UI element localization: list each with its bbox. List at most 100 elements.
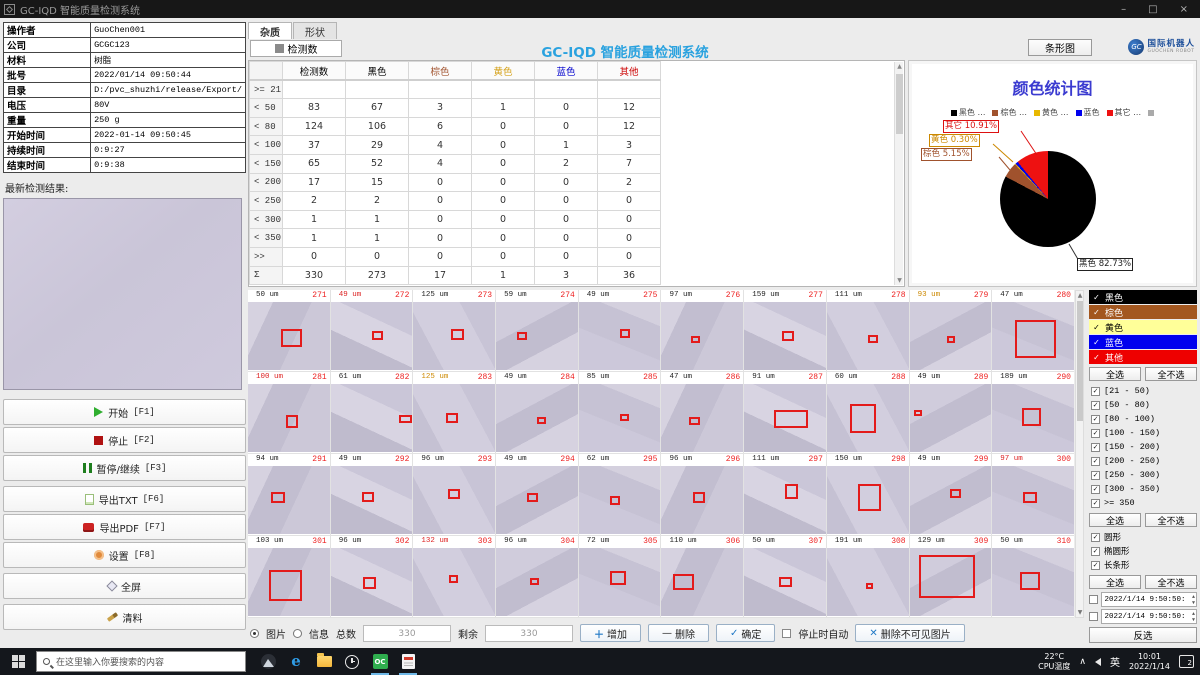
play-button[interactable]: 开始[F1] [3, 399, 246, 425]
defect-thumbnail[interactable]: 110 um306 [661, 536, 743, 617]
defect-thumbnail[interactable]: 62 um295 [579, 454, 661, 535]
cpu-temp-indicator[interactable]: 22°CCPU温度 [1038, 652, 1070, 672]
defect-thumbnail[interactable]: 100 um281 [248, 372, 330, 453]
select-none-button[interactable]: 全不选 [1145, 367, 1197, 381]
bar-chart-button[interactable]: 条形图 [1028, 39, 1092, 56]
select-none-button[interactable]: 全不选 [1145, 575, 1197, 589]
full-button[interactable]: 全屏 [3, 573, 246, 599]
defect-thumbnail[interactable]: 96 um304 [496, 536, 578, 617]
defect-thumbnail[interactable]: 47 um280 [992, 290, 1074, 371]
defect-thumbnail[interactable]: 60 um288 [827, 372, 909, 453]
defect-thumbnail[interactable]: 72 um305 [579, 536, 661, 617]
defect-thumbnail[interactable]: 96 um302 [331, 536, 413, 617]
defect-thumbnail[interactable]: 129 um309 [910, 536, 992, 617]
shape-filter-item[interactable]: 长条形 [1089, 558, 1197, 572]
language-indicator[interactable]: 英 [1110, 654, 1120, 669]
defect-thumbnail[interactable]: 49 um292 [331, 454, 413, 535]
defect-thumbnail[interactable]: 97 um276 [661, 290, 743, 371]
tab-impurity[interactable]: 杂质 [248, 22, 292, 39]
defect-thumbnail[interactable]: 47 um286 [661, 372, 743, 453]
defect-thumbnail[interactable]: 191 um308 [827, 536, 909, 617]
defect-thumbnail[interactable]: 111 um278 [827, 290, 909, 371]
scroll-up-icon[interactable]: ▲ [1076, 291, 1084, 300]
scroll-down-icon[interactable]: ▼ [895, 276, 904, 285]
defect-thumbnail[interactable]: 189 um290 [992, 372, 1074, 453]
delete-button[interactable]: — 删除 [648, 624, 709, 642]
defect-thumbnail[interactable]: 96 um296 [661, 454, 743, 535]
image-radio[interactable] [250, 629, 259, 638]
pause-button[interactable]: 暂停/继续[F3] [3, 455, 246, 481]
defect-thumbnail[interactable]: 49 um299 [910, 454, 992, 535]
defect-thumbnail[interactable]: 150 um298 [827, 454, 909, 535]
defect-thumbnail[interactable]: 49 um272 [331, 290, 413, 371]
checkbox-unchecked-icon[interactable] [1089, 595, 1098, 604]
taskbar-photos-icon[interactable] [254, 648, 282, 675]
defect-thumbnail[interactable]: 49 um284 [496, 372, 578, 453]
auto-on-stop-checkbox[interactable] [782, 629, 791, 638]
total-input[interactable]: 330 [363, 625, 451, 642]
taskbar-explorer-icon[interactable] [310, 648, 338, 675]
spinner-icon[interactable]: ▲▼ [1192, 611, 1195, 623]
info-radio[interactable] [293, 629, 302, 638]
defect-thumbnail[interactable]: 125 um273 [413, 290, 495, 371]
defect-thumbnail[interactable]: 94 um291 [248, 454, 330, 535]
taskbar-clock-icon[interactable] [338, 648, 366, 675]
size-filter-item[interactable]: [250 - 300) [1089, 468, 1197, 482]
size-filter-item[interactable]: [200 - 250) [1089, 454, 1197, 468]
color-filter-黄色[interactable]: 黄色 [1089, 320, 1197, 334]
tray-chevron-icon[interactable]: ∧ [1079, 657, 1086, 667]
defect-thumbnail[interactable]: 93 um279 [910, 290, 992, 371]
size-filter-item[interactable]: >= 350 [1089, 496, 1197, 510]
volume-icon[interactable] [1095, 658, 1101, 666]
defect-thumbnail[interactable]: 50 um310 [992, 536, 1074, 617]
defect-thumbnail[interactable]: 111 um297 [744, 454, 826, 535]
taskbar-search-input[interactable]: 在这里输入你要搜索的内容 [36, 651, 246, 672]
tab-shape[interactable]: 形状 [293, 22, 337, 39]
scroll-down-icon[interactable]: ▼ [1076, 608, 1084, 617]
defect-thumbnail[interactable]: 61 um282 [331, 372, 413, 453]
defect-thumbnail[interactable]: 103 um301 [248, 536, 330, 617]
invert-selection-button[interactable]: 反选 [1089, 627, 1197, 643]
clock-datetime[interactable]: 10:012022/1/14 [1129, 652, 1170, 672]
select-all-button[interactable]: 全选 [1089, 513, 1141, 527]
select-none-button[interactable]: 全不选 [1145, 513, 1197, 527]
pdf-button[interactable]: 导出PDF[F7] [3, 514, 246, 540]
color-filter-蓝色[interactable]: 蓝色 [1089, 335, 1197, 349]
datetime-input[interactable]: 2022/1/14 9:50:50:▲▼ [1101, 592, 1197, 607]
stop-button[interactable]: 停止[F2] [3, 427, 246, 453]
start-button[interactable] [0, 648, 36, 675]
defect-thumbnail[interactable]: 49 um275 [579, 290, 661, 371]
select-all-button[interactable]: 全选 [1089, 575, 1141, 589]
shape-filter-item[interactable]: 椭圆形 [1089, 544, 1197, 558]
taskbar-oc-app-icon[interactable]: OC [366, 648, 394, 675]
size-filter-item[interactable]: [300 - 350) [1089, 482, 1197, 496]
taskbar-pdf-app-icon[interactable] [394, 648, 422, 675]
notification-icon[interactable]: 2 [1179, 655, 1194, 668]
spinner-icon[interactable]: ▲▼ [1192, 594, 1195, 606]
close-button[interactable]: × [1180, 4, 1188, 15]
gear-button[interactable]: 设置[F8] [3, 542, 246, 568]
defect-thumbnail[interactable]: 97 um300 [992, 454, 1074, 535]
defect-thumbnail[interactable]: 50 um271 [248, 290, 330, 371]
minimize-button[interactable]: – [1121, 4, 1126, 15]
grid-scrollbar[interactable]: ▲ ▼ [1075, 290, 1084, 618]
checkbox-unchecked-icon[interactable] [1089, 612, 1098, 621]
size-filter-item[interactable]: [150 - 200) [1089, 440, 1197, 454]
table-scrollbar[interactable]: ▲ ▼ [894, 62, 903, 285]
remaining-input[interactable]: 330 [485, 625, 573, 642]
defect-thumbnail[interactable]: 159 um277 [744, 290, 826, 371]
taskbar-edge-icon[interactable]: e [282, 648, 310, 675]
defect-thumbnail[interactable]: 49 um294 [496, 454, 578, 535]
color-filter-其他[interactable]: 其他 [1089, 350, 1197, 364]
datetime-input[interactable]: 2022/1/14 9:50:50:▲▼ [1101, 609, 1197, 624]
scroll-up-icon[interactable]: ▲ [895, 62, 904, 71]
add-button[interactable]: ＋ 增加 [580, 624, 641, 642]
defect-thumbnail[interactable]: 125 um283 [413, 372, 495, 453]
confirm-button[interactable]: ✓ 确定 [716, 624, 775, 642]
size-filter-item[interactable]: [50 - 80) [1089, 398, 1197, 412]
color-filter-棕色[interactable]: 棕色 [1089, 305, 1197, 319]
defect-thumbnail[interactable]: 132 um303 [413, 536, 495, 617]
defect-thumbnail[interactable]: 85 um285 [579, 372, 661, 453]
defect-thumbnail[interactable]: 91 um287 [744, 372, 826, 453]
size-filter-item[interactable]: [21 - 50) [1089, 384, 1197, 398]
